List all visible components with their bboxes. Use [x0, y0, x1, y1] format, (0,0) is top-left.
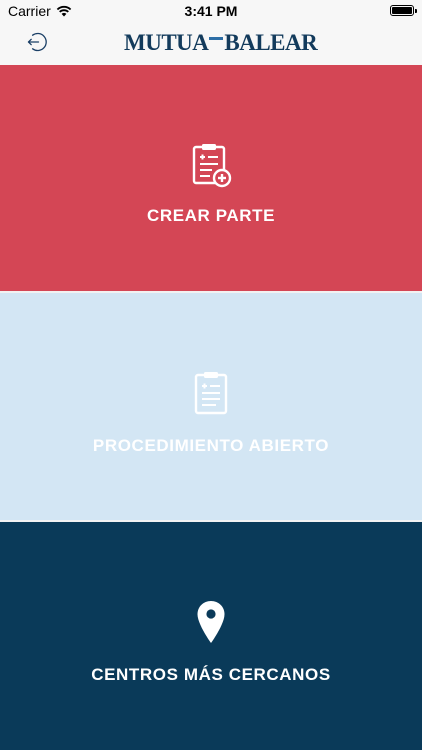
brand-left-text: MUTUA: [124, 30, 209, 55]
centros-mas-cercanos-label: CENTROS MÁS CERCANOS: [91, 665, 331, 684]
battery-tip: [415, 9, 417, 13]
clipboard-icon: [194, 372, 228, 415]
battery-icon: [390, 5, 417, 16]
app-screen: Carrier 3:41 PM MUTUA BALEAR CREAR PARTE…: [0, 0, 422, 750]
crear-parte-button[interactable]: CREAR PARTE: [0, 65, 422, 291]
centros-mas-cercanos-button[interactable]: CENTROS MÁS CERCANOS: [0, 522, 422, 750]
status-time: 3:41 PM: [184, 3, 238, 19]
nav-bar: MUTUA BALEAR: [0, 22, 422, 65]
procedimiento-abierto-button[interactable]: PROCEDIMIENTO ABIERTO: [0, 293, 422, 520]
crear-parte-label: CREAR PARTE: [146, 206, 276, 225]
status-bar: Carrier 3:41 PM: [0, 0, 422, 22]
procedimiento-abierto-label: PROCEDIMIENTO ABIERTO: [92, 436, 330, 455]
location-pin-icon: [197, 601, 225, 643]
brand-right-text: BALEAR: [224, 30, 318, 55]
battery-fill: [392, 7, 412, 14]
brand-mark: [209, 36, 224, 40]
clipboard-add-icon: [192, 144, 232, 188]
back-arrow-icon[interactable]: [24, 30, 48, 54]
brand-logo: MUTUA BALEAR: [124, 30, 318, 56]
